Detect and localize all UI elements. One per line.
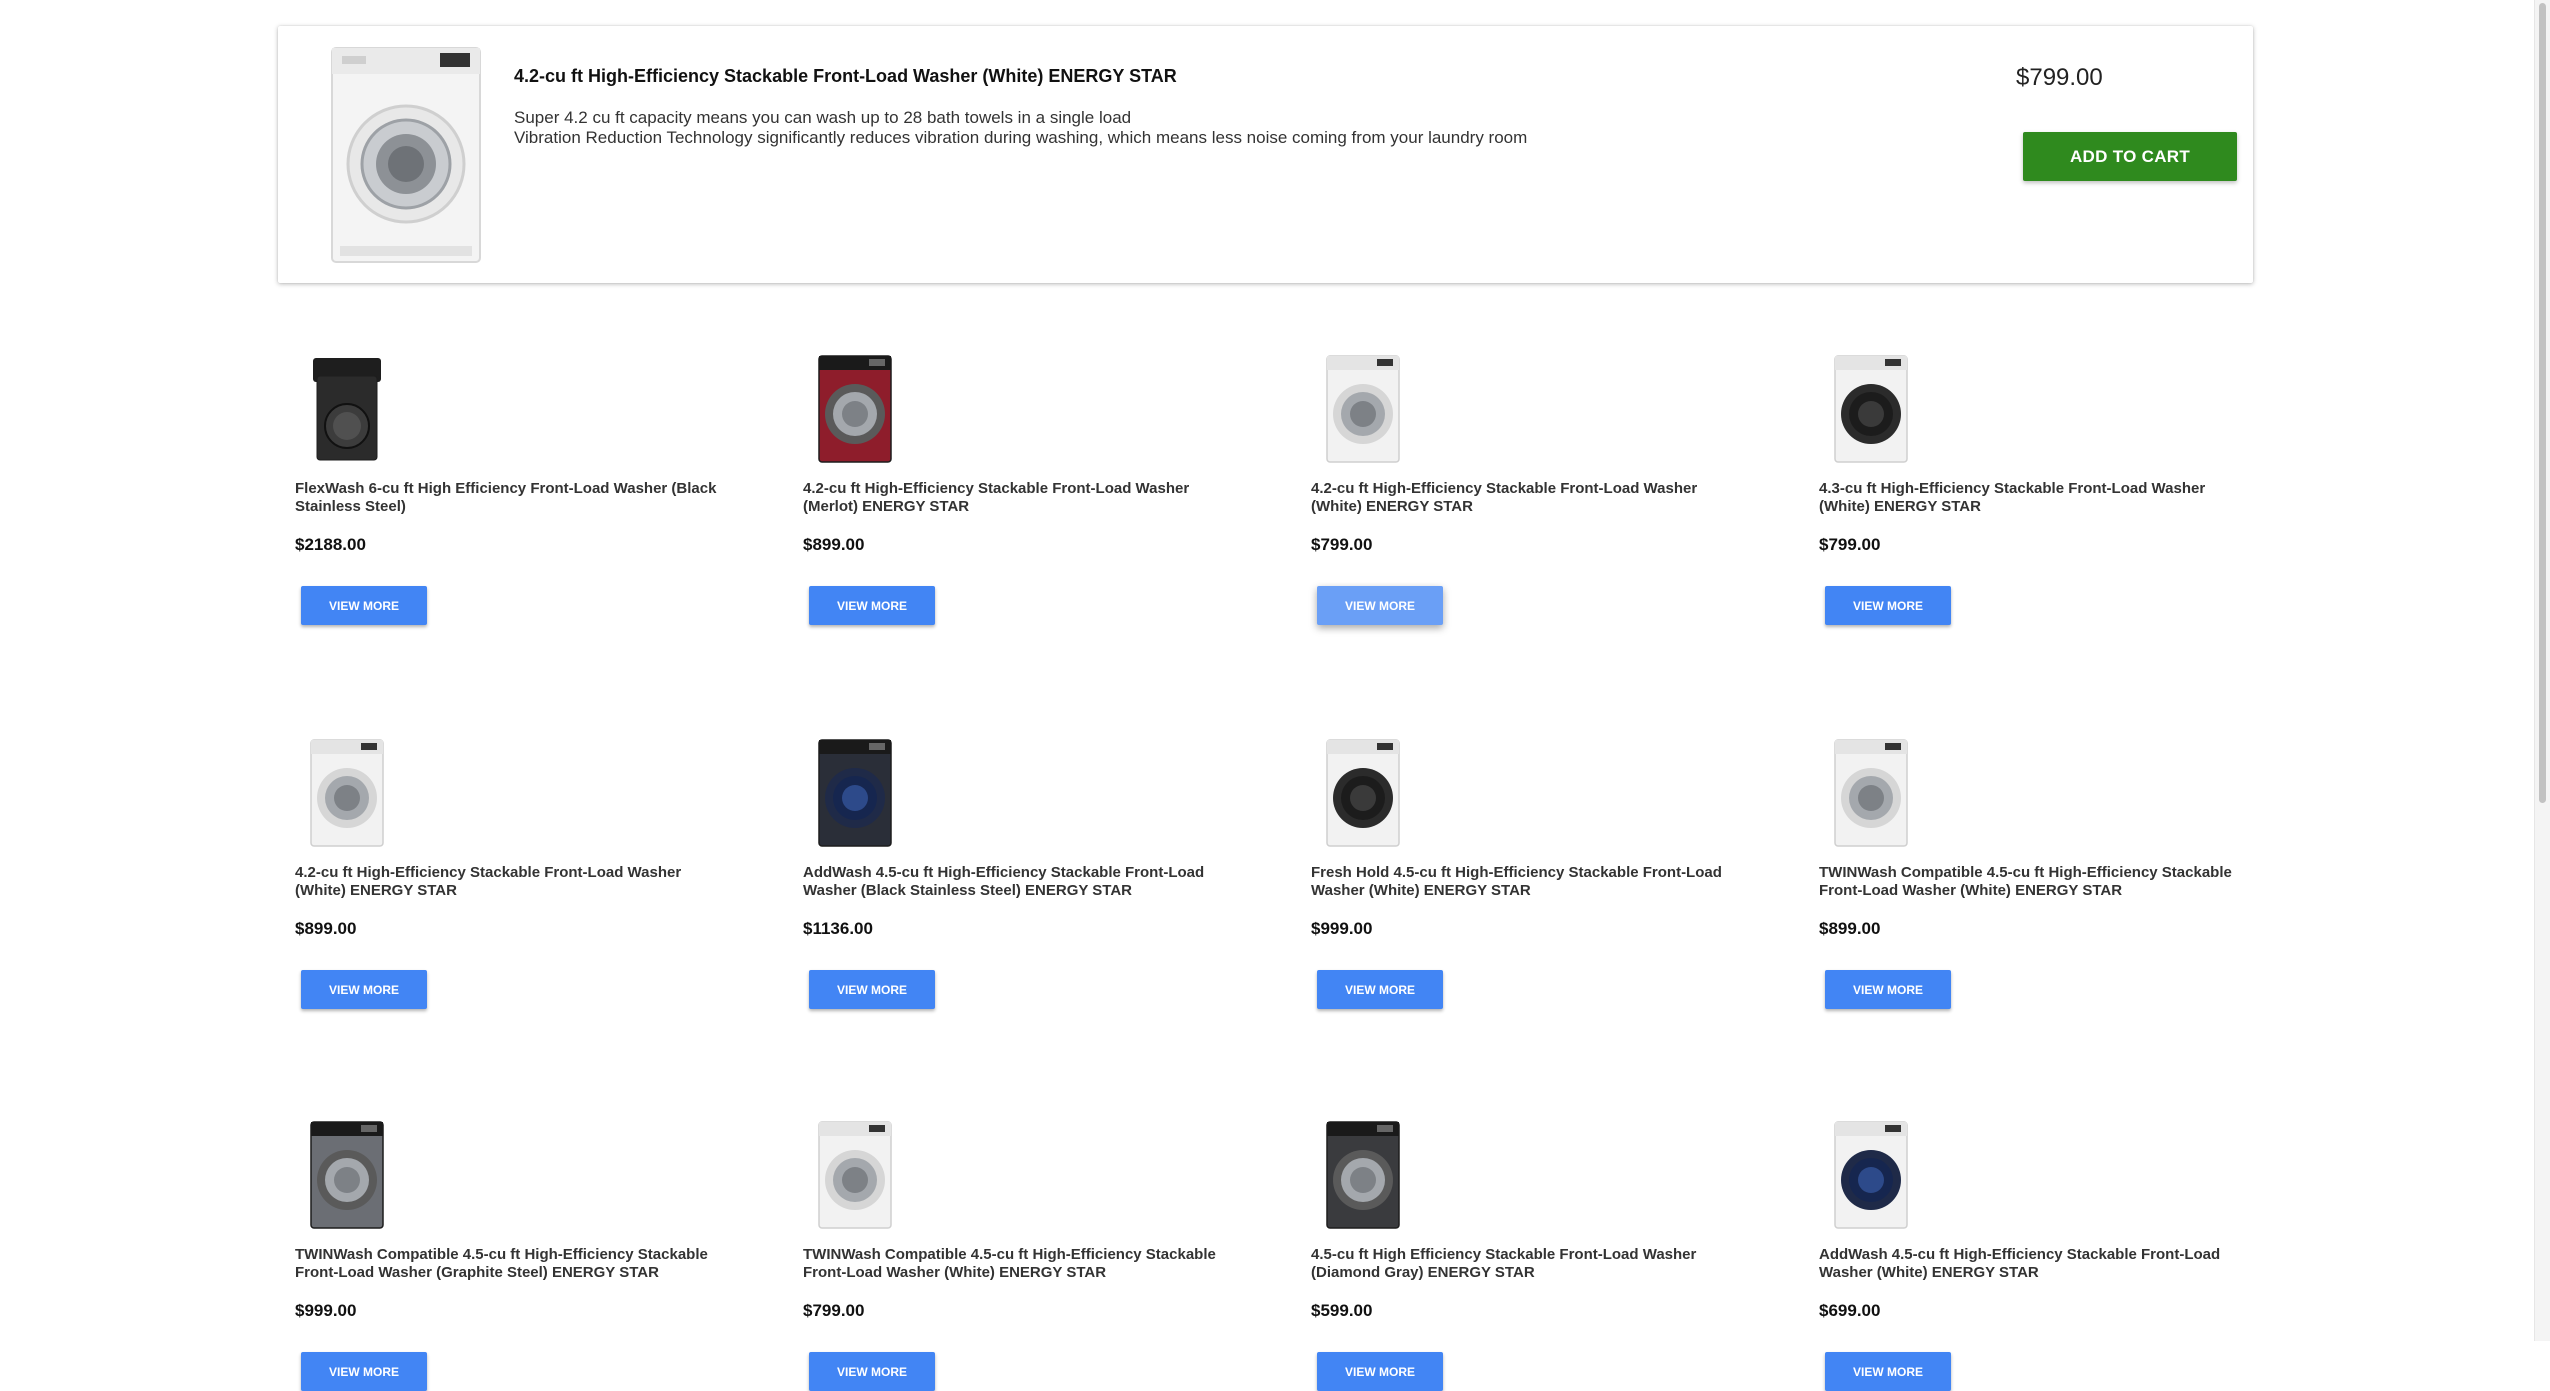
product-name: 4.5-cu ft High Efficiency Stackable Fron… <box>1311 1246 1697 1281</box>
featured-washer-image <box>331 47 481 263</box>
product-name: Fresh Hold 4.5-cu ft High-Efficiency Sta… <box>1311 864 1722 899</box>
product-price: $899.00 <box>295 919 357 938</box>
product-name: 4.2-cu ft High-Efficiency Stackable Fron… <box>295 864 682 899</box>
product-price: $599.00 <box>1311 1301 1373 1320</box>
product-name: 4.3-cu ft High-Efficiency Stackable Fron… <box>1819 480 2206 515</box>
washer-image <box>310 739 384 847</box>
view-more-button[interactable]: VIEW MORE <box>301 586 427 625</box>
washer-image <box>818 739 892 847</box>
product-name: 4.2-cu ft High-Efficiency Stackable Fron… <box>803 480 1190 515</box>
washer-image <box>1834 1121 1908 1229</box>
washer-image <box>818 1121 892 1229</box>
washer-image <box>1326 739 1400 847</box>
view-more-button[interactable]: VIEW MORE <box>301 1352 427 1391</box>
view-more-button[interactable]: VIEW MORE <box>1825 586 1951 625</box>
page-scrollbar[interactable] <box>2534 0 2550 1341</box>
view-more-button[interactable]: VIEW MORE <box>1317 970 1443 1009</box>
featured-product-card: 4.2-cu ft High-Efficiency Stackable Fron… <box>278 26 2253 283</box>
washer-image <box>313 358 381 461</box>
view-more-button[interactable]: VIEW MORE <box>1317 1352 1443 1391</box>
product-price: $699.00 <box>1819 1301 1881 1320</box>
view-more-button[interactable]: VIEW MORE <box>301 970 427 1009</box>
view-more-button[interactable]: VIEW MORE <box>809 586 935 625</box>
product-price: $799.00 <box>1819 535 1881 554</box>
featured-product-description: Super 4.2 cu ft capacity means you can w… <box>514 108 1527 148</box>
product-price: $2188.00 <box>295 535 366 554</box>
product-price: $899.00 <box>803 535 865 554</box>
view-more-button[interactable]: VIEW MORE <box>809 1352 935 1391</box>
product-price: $899.00 <box>1819 919 1881 938</box>
view-more-button[interactable]: VIEW MORE <box>1825 1352 1951 1391</box>
product-price: $999.00 <box>295 1301 357 1320</box>
washer-image <box>1326 355 1400 463</box>
view-more-button[interactable]: VIEW MORE <box>809 970 935 1009</box>
product-name: AddWash 4.5-cu ft High-Efficiency Stacka… <box>803 864 1205 899</box>
featured-description-line: Vibration Reduction Technology significa… <box>514 128 1528 147</box>
add-to-cart-button[interactable]: ADD TO CART <box>2023 132 2237 181</box>
product-price: $799.00 <box>1311 535 1373 554</box>
washer-image <box>1326 1121 1400 1229</box>
product-price: $1136.00 <box>803 919 873 938</box>
product-name: TWINWash Compatible 4.5-cu ft High-Effic… <box>803 1246 1216 1281</box>
featured-description-line: Super 4.2 cu ft capacity means you can w… <box>514 108 1132 127</box>
scrollbar-thumb[interactable] <box>2539 3 2546 803</box>
washer-image <box>818 355 892 463</box>
product-name: FlexWash 6-cu ft High Efficiency Front-L… <box>295 480 717 515</box>
washer-image <box>1834 355 1908 463</box>
product-name: TWINWash Compatible 4.5-cu ft High-Effic… <box>295 1246 708 1281</box>
view-more-button[interactable]: VIEW MORE <box>1825 970 1951 1009</box>
view-more-button[interactable]: VIEW MORE <box>1317 586 1443 625</box>
product-price: $999.00 <box>1311 919 1373 938</box>
product-name: 4.2-cu ft High-Efficiency Stackable Fron… <box>1311 480 1698 515</box>
product-price: $799.00 <box>803 1301 865 1320</box>
washer-image <box>1834 739 1908 847</box>
washer-image <box>310 1121 384 1229</box>
featured-product-title: 4.2-cu ft High-Efficiency Stackable Fron… <box>514 66 1177 86</box>
featured-product-price: $799.00 <box>2016 64 2103 91</box>
product-name: AddWash 4.5-cu ft High-Efficiency Stacka… <box>1819 1246 2221 1281</box>
product-name: TWINWash Compatible 4.5-cu ft High-Effic… <box>1819 864 2232 899</box>
